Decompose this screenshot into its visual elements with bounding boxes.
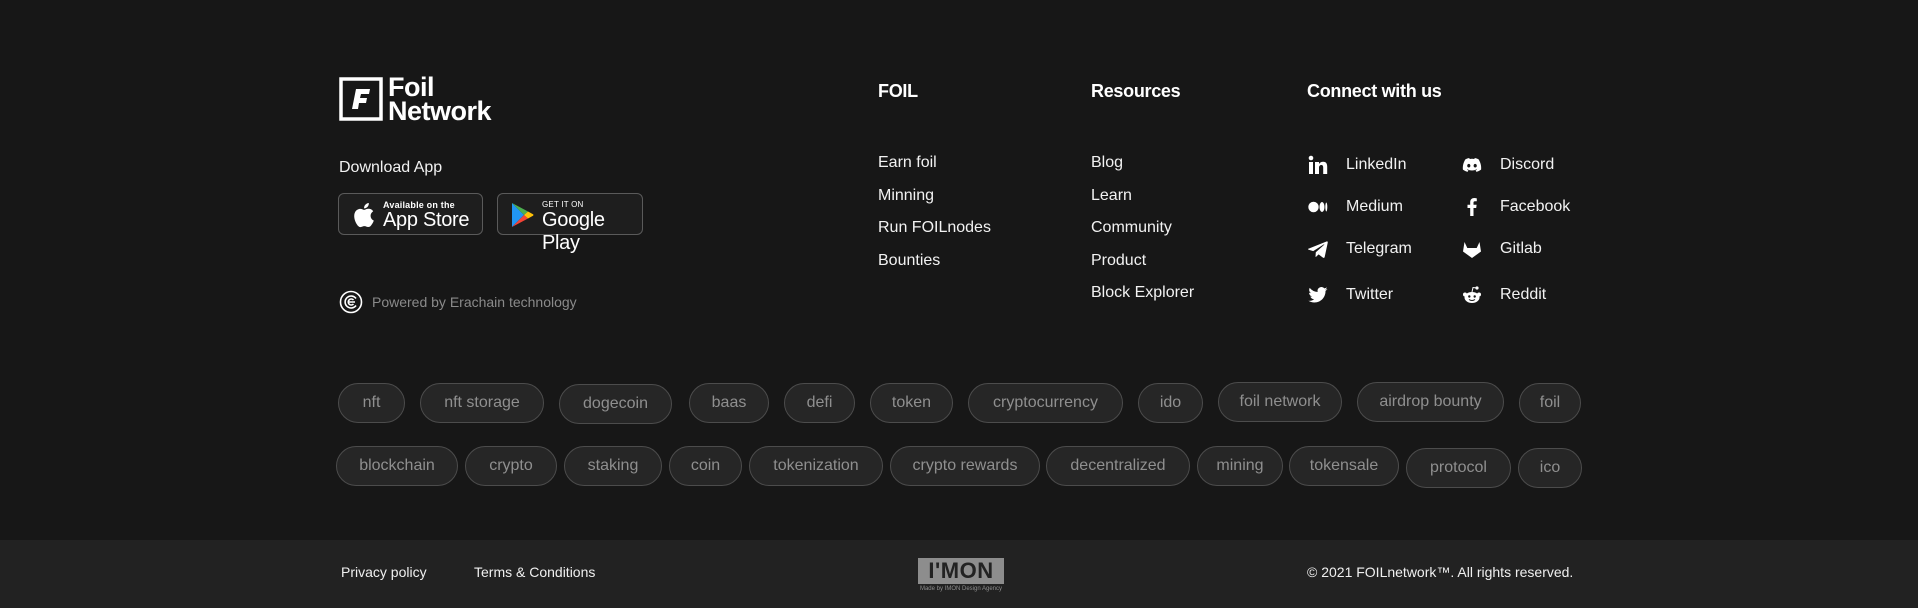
link-blog[interactable]: Blog bbox=[1091, 154, 1194, 187]
tag-item[interactable]: blockchain bbox=[336, 446, 458, 486]
facebook-icon bbox=[1461, 196, 1483, 218]
download-app-label: Download App bbox=[339, 159, 443, 176]
link-earn-foil[interactable]: Earn foil bbox=[878, 154, 991, 187]
tag-item[interactable]: dogecoin bbox=[559, 384, 672, 424]
tag-item[interactable]: crypto rewards bbox=[890, 446, 1040, 486]
copyright-text: © 2021 FOILnetwork™. All rights reserved… bbox=[1307, 564, 1574, 580]
erachain-icon bbox=[339, 290, 363, 314]
social-medium[interactable]: Medium bbox=[1307, 195, 1403, 219]
resources-links: Blog Learn Community Product Block Explo… bbox=[1091, 154, 1194, 317]
tag-item[interactable]: coin bbox=[669, 446, 742, 486]
social-facebook[interactable]: Facebook bbox=[1461, 195, 1570, 219]
app-store-big-text: App Store bbox=[383, 209, 470, 231]
link-product[interactable]: Product bbox=[1091, 252, 1194, 285]
discord-icon bbox=[1461, 154, 1483, 176]
link-block-explorer[interactable]: Block Explorer bbox=[1091, 284, 1194, 317]
social-gitlab[interactable]: Gitlab bbox=[1461, 237, 1542, 261]
tag-item[interactable]: mining bbox=[1197, 446, 1283, 486]
social-gitlab-label: Gitlab bbox=[1500, 240, 1542, 257]
google-play-button[interactable]: GET IT ON Google Play bbox=[497, 193, 643, 254]
logo-line2: Network bbox=[388, 96, 492, 126]
twitter-icon bbox=[1307, 284, 1329, 306]
tag-item[interactable]: tokensale bbox=[1289, 446, 1399, 486]
foil-logo-icon bbox=[339, 77, 383, 121]
tag-item[interactable]: nft bbox=[338, 383, 405, 423]
social-reddit-label: Reddit bbox=[1500, 286, 1547, 303]
social-twitter-label: Twitter bbox=[1346, 286, 1394, 303]
social-reddit[interactable]: Reddit bbox=[1461, 283, 1546, 307]
tag-item[interactable]: protocol bbox=[1406, 448, 1511, 488]
tag-item[interactable]: cryptocurrency bbox=[968, 383, 1123, 423]
app-store-button[interactable]: Available on the App Store bbox=[338, 193, 483, 235]
link-run-foilnodes[interactable]: Run FOILnodes bbox=[878, 219, 991, 252]
tag-item[interactable]: baas bbox=[689, 383, 769, 423]
social-telegram[interactable]: Telegram bbox=[1307, 237, 1412, 261]
foil-links: Earn foil Minning Run FOILnodes Bounties bbox=[878, 154, 991, 284]
google-play-icon bbox=[512, 203, 534, 227]
privacy-policy-link[interactable]: Privacy policy bbox=[341, 564, 427, 580]
social-discord-label: Discord bbox=[1500, 156, 1555, 173]
link-bounties[interactable]: Bounties bbox=[878, 252, 991, 285]
tag-item[interactable]: defi bbox=[784, 383, 855, 423]
telegram-icon bbox=[1307, 238, 1329, 260]
tag-item[interactable]: ido bbox=[1138, 383, 1203, 423]
reddit-icon bbox=[1461, 284, 1483, 306]
tag-item[interactable]: ico bbox=[1518, 448, 1582, 488]
tag-item[interactable]: decentralized bbox=[1046, 446, 1190, 486]
foil-network-logo[interactable]: Foil Network bbox=[339, 74, 511, 126]
imon-logo[interactable]: I'MON Made by IMON Design Agency bbox=[918, 558, 1004, 594]
tag-item[interactable]: tokenization bbox=[749, 446, 883, 486]
tag-item[interactable]: nft storage bbox=[420, 383, 544, 423]
resources-column-title: Resources bbox=[1091, 81, 1181, 101]
apple-icon bbox=[354, 203, 374, 228]
social-twitter[interactable]: Twitter bbox=[1307, 283, 1393, 307]
tag-item[interactable]: staking bbox=[564, 446, 662, 486]
tag-item[interactable]: token bbox=[870, 383, 953, 423]
link-community[interactable]: Community bbox=[1091, 219, 1194, 252]
social-telegram-label: Telegram bbox=[1346, 240, 1412, 257]
medium-icon bbox=[1307, 196, 1329, 218]
tag-item[interactable]: airdrop bounty bbox=[1357, 382, 1504, 422]
tag-item[interactable]: foil bbox=[1519, 383, 1581, 423]
foil-column-title: FOIL bbox=[878, 81, 918, 101]
logo-wordmark: Foil Network bbox=[388, 74, 492, 126]
social-discord[interactable]: Discord bbox=[1461, 153, 1554, 177]
social-facebook-label: Facebook bbox=[1500, 198, 1571, 215]
powered-by[interactable]: Powered by Erachain technology bbox=[339, 290, 577, 314]
tag-item[interactable]: foil network bbox=[1218, 382, 1342, 422]
social-linkedin-label: LinkedIn bbox=[1346, 156, 1407, 173]
link-learn[interactable]: Learn bbox=[1091, 187, 1194, 220]
imon-logo-mark: I'MON bbox=[918, 558, 1004, 584]
powered-by-text: Powered by Erachain technology bbox=[372, 294, 577, 310]
google-play-big-text: Google Play bbox=[542, 209, 605, 254]
linkedin-icon bbox=[1307, 154, 1329, 176]
imon-credit: Made by IMON Design Agency bbox=[919, 586, 1003, 592]
gitlab-icon bbox=[1461, 238, 1483, 260]
social-linkedin[interactable]: LinkedIn bbox=[1307, 153, 1407, 177]
tag-item[interactable]: crypto bbox=[465, 446, 557, 486]
connect-column-title: Connect with us bbox=[1307, 81, 1442, 101]
google-play-small-text: GET IT ON bbox=[542, 200, 584, 209]
terms-conditions-link[interactable]: Terms & Conditions bbox=[474, 564, 595, 580]
social-medium-label: Medium bbox=[1346, 198, 1403, 215]
link-minning[interactable]: Minning bbox=[878, 187, 991, 220]
